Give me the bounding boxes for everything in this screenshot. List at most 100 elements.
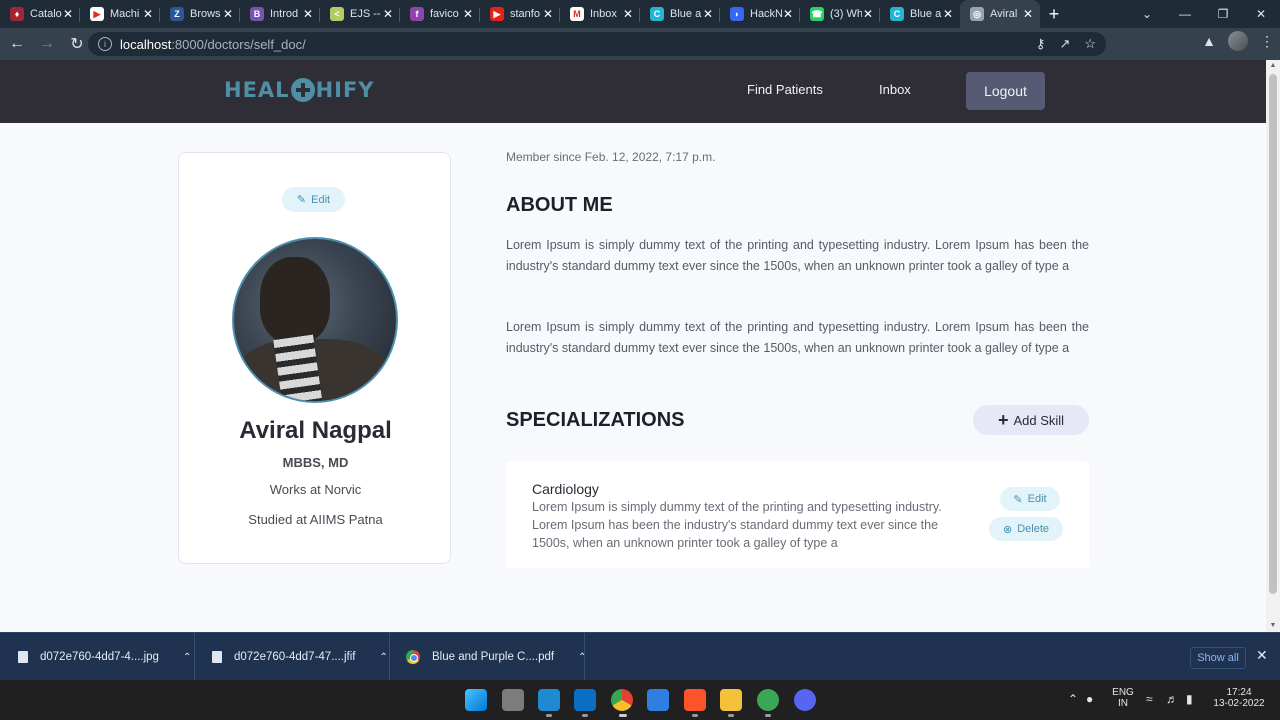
tab-close-icon[interactable]: ✕ bbox=[862, 7, 874, 21]
about-paragraph-2: Lorem Ipsum is simply dummy text of the … bbox=[506, 320, 1089, 355]
restore-icon[interactable]: ❐ bbox=[1204, 0, 1242, 28]
tab-close-icon[interactable]: ✕ bbox=[302, 7, 314, 21]
tab-title: Introd bbox=[270, 8, 299, 20]
tab-close-icon[interactable]: ✕ bbox=[462, 7, 474, 21]
tab-close-icon[interactable]: ✕ bbox=[942, 7, 954, 21]
tab-title: Inbox bbox=[590, 8, 617, 20]
nav-find-patients[interactable]: Find Patients bbox=[747, 82, 823, 97]
tab-close-icon[interactable]: ✕ bbox=[142, 7, 154, 21]
specialization-edit-button[interactable]: ✎ Edit bbox=[1000, 487, 1060, 511]
show-all-downloads-button[interactable]: Show all bbox=[1190, 647, 1246, 669]
scroll-up-arrow-icon[interactable]: ▲ bbox=[1266, 60, 1280, 72]
chevron-up-icon[interactable]: ⌃ bbox=[183, 652, 191, 663]
scrollbar-thumb[interactable] bbox=[1269, 74, 1277, 594]
todo-check-icon[interactable] bbox=[647, 689, 669, 711]
discord-icon[interactable] bbox=[794, 689, 816, 711]
tab-close-icon[interactable]: ✕ bbox=[782, 7, 794, 21]
about-me-heading: ABOUT ME bbox=[506, 194, 613, 216]
browser-tab[interactable]: ▶ stanfo ✕ bbox=[480, 0, 560, 28]
task-view-icon[interactable] bbox=[502, 689, 524, 711]
browser-tab[interactable]: f favico ✕ bbox=[400, 0, 480, 28]
chrome-icon bbox=[406, 650, 420, 664]
browser-tab[interactable]: B Introd ✕ bbox=[240, 0, 320, 28]
specialization-description: Lorem Ipsum is simply dummy text of the … bbox=[532, 500, 942, 550]
profile-avatar-icon[interactable] bbox=[1228, 31, 1248, 51]
tab-close-icon[interactable]: ✕ bbox=[222, 7, 234, 21]
tab-close-icon[interactable]: ✕ bbox=[62, 7, 74, 21]
specialization-delete-button[interactable]: ⊗ Delete bbox=[989, 517, 1063, 541]
site-info-icon[interactable]: i bbox=[98, 37, 112, 51]
minimize-icon[interactable]: — bbox=[1166, 0, 1204, 28]
windows-start-icon[interactable] bbox=[465, 689, 487, 711]
language-indicator[interactable]: ENG IN bbox=[1108, 687, 1138, 709]
chevron-up-icon[interactable]: ⌃ bbox=[578, 652, 586, 663]
browser-tab[interactable]: ☎ (3) Wh ✕ bbox=[800, 0, 880, 28]
chrome-profile-icon[interactable] bbox=[757, 689, 779, 711]
tab-close-icon[interactable]: ✕ bbox=[622, 7, 634, 21]
tab-close-icon[interactable]: ✕ bbox=[542, 7, 554, 21]
doctor-degree: MBBS, MD bbox=[282, 455, 349, 470]
download-item[interactable]: Blue and Purple C....pdf ⌃ bbox=[406, 633, 587, 681]
logo-text-left: HEAL bbox=[224, 78, 290, 102]
logo-text-right: HIFY bbox=[315, 78, 375, 102]
browser-tab[interactable]: M Inbox ✕ bbox=[560, 0, 640, 28]
tab-search-chevron-icon[interactable]: ⌄ bbox=[1128, 0, 1166, 28]
downloads-bar: d072e760-4dd7-4....jpg ⌃ d072e760-4dd7-4… bbox=[0, 632, 1280, 681]
file-explorer-icon[interactable] bbox=[720, 689, 742, 711]
clock[interactable]: 17:24 13-02-2022 bbox=[1210, 687, 1268, 709]
browser-tab[interactable]: C Blue a ✕ bbox=[880, 0, 960, 28]
nav-inbox[interactable]: Inbox bbox=[879, 82, 911, 97]
volume-icon[interactable]: ♬ bbox=[1166, 692, 1178, 706]
tab-title: (3) Wh bbox=[830, 8, 862, 20]
bookmark-star-icon[interactable]: ☆ bbox=[1084, 36, 1096, 52]
browser-tab[interactable]: ◗ HackN ✕ bbox=[720, 0, 800, 28]
healthify-logo[interactable]: HEAL HIFY bbox=[224, 78, 375, 102]
window-controls: ⌄ — ❐ ✕ bbox=[1128, 0, 1280, 28]
download-item[interactable]: d072e760-4dd7-4....jpg ⌃ bbox=[18, 633, 191, 681]
extensions-puzzle-icon[interactable]: ▲ bbox=[1202, 33, 1216, 49]
profile-edit-button[interactable]: ✎ Edit bbox=[282, 187, 345, 212]
download-filename: Blue and Purple C....pdf bbox=[432, 651, 555, 663]
tab-close-icon[interactable]: ✕ bbox=[702, 7, 714, 21]
address-bar[interactable]: i localhost :8000/doctors/self_doc/ ⚷ ↗ … bbox=[88, 32, 1106, 56]
new-tab-plus-icon[interactable]: + bbox=[1040, 0, 1068, 28]
chrome-taskbar-icon[interactable] bbox=[611, 689, 633, 711]
brave-icon[interactable] bbox=[684, 689, 706, 711]
tab-title: favico bbox=[430, 8, 459, 20]
vscode-icon[interactable] bbox=[538, 689, 560, 711]
browser-toolbar: ← → ↻ i localhost :8000/doctors/self_doc… bbox=[0, 28, 1280, 60]
language-bottom: IN bbox=[1118, 698, 1128, 709]
add-skill-label: Add Skill bbox=[1013, 412, 1065, 428]
browser-tab[interactable]: C Blue a ✕ bbox=[640, 0, 720, 28]
logout-button[interactable]: Logout bbox=[966, 72, 1045, 110]
wifi-icon[interactable]: ≈ bbox=[1146, 692, 1153, 706]
chrome-menu-icon[interactable]: ⋮ bbox=[1260, 33, 1274, 50]
mail-icon[interactable] bbox=[574, 689, 596, 711]
scroll-down-arrow-icon[interactable]: ▼ bbox=[1266, 620, 1280, 632]
share-icon[interactable]: ↗ bbox=[1059, 36, 1070, 52]
tray-chevron-up-icon[interactable]: ⌃ bbox=[1068, 692, 1078, 706]
browser-tab[interactable]: < EJS -- ✕ bbox=[320, 0, 400, 28]
tab-close-icon[interactable]: ✕ bbox=[382, 7, 394, 21]
reload-icon[interactable]: ↻ bbox=[64, 31, 90, 57]
language-top: ENG bbox=[1112, 687, 1134, 698]
chevron-up-icon[interactable]: ⌃ bbox=[379, 652, 387, 663]
browser-tab[interactable]: ◎ Aviral ✕ bbox=[960, 0, 1040, 28]
browser-tab[interactable]: Z Brows ✕ bbox=[160, 0, 240, 28]
key-icon[interactable]: ⚷ bbox=[1036, 36, 1046, 52]
close-icon[interactable]: ✕ bbox=[1256, 647, 1268, 664]
add-skill-button[interactable]: + Add Skill bbox=[973, 405, 1089, 435]
back-arrow-icon[interactable]: ← bbox=[4, 31, 30, 57]
browser-tab[interactable]: ♦ Catalo ✕ bbox=[0, 0, 80, 28]
tray-app-icon[interactable]: ● bbox=[1086, 692, 1093, 706]
window-close-icon[interactable]: ✕ bbox=[1242, 0, 1280, 28]
tab-close-icon[interactable]: ✕ bbox=[1022, 7, 1034, 21]
browser-tab[interactable]: ▶ Machi ✕ bbox=[80, 0, 160, 28]
battery-icon[interactable]: ▮ bbox=[1186, 692, 1193, 706]
download-item[interactable]: d072e760-4dd7-47....jfif ⌃ bbox=[212, 633, 388, 681]
forward-arrow-icon[interactable]: → bbox=[34, 31, 60, 57]
file-icon bbox=[18, 651, 28, 663]
page-scrollbar[interactable]: ▲ ▼ bbox=[1266, 60, 1280, 632]
medical-cross-icon bbox=[290, 78, 315, 102]
tab-favicon-icon: ◎ bbox=[970, 7, 984, 21]
